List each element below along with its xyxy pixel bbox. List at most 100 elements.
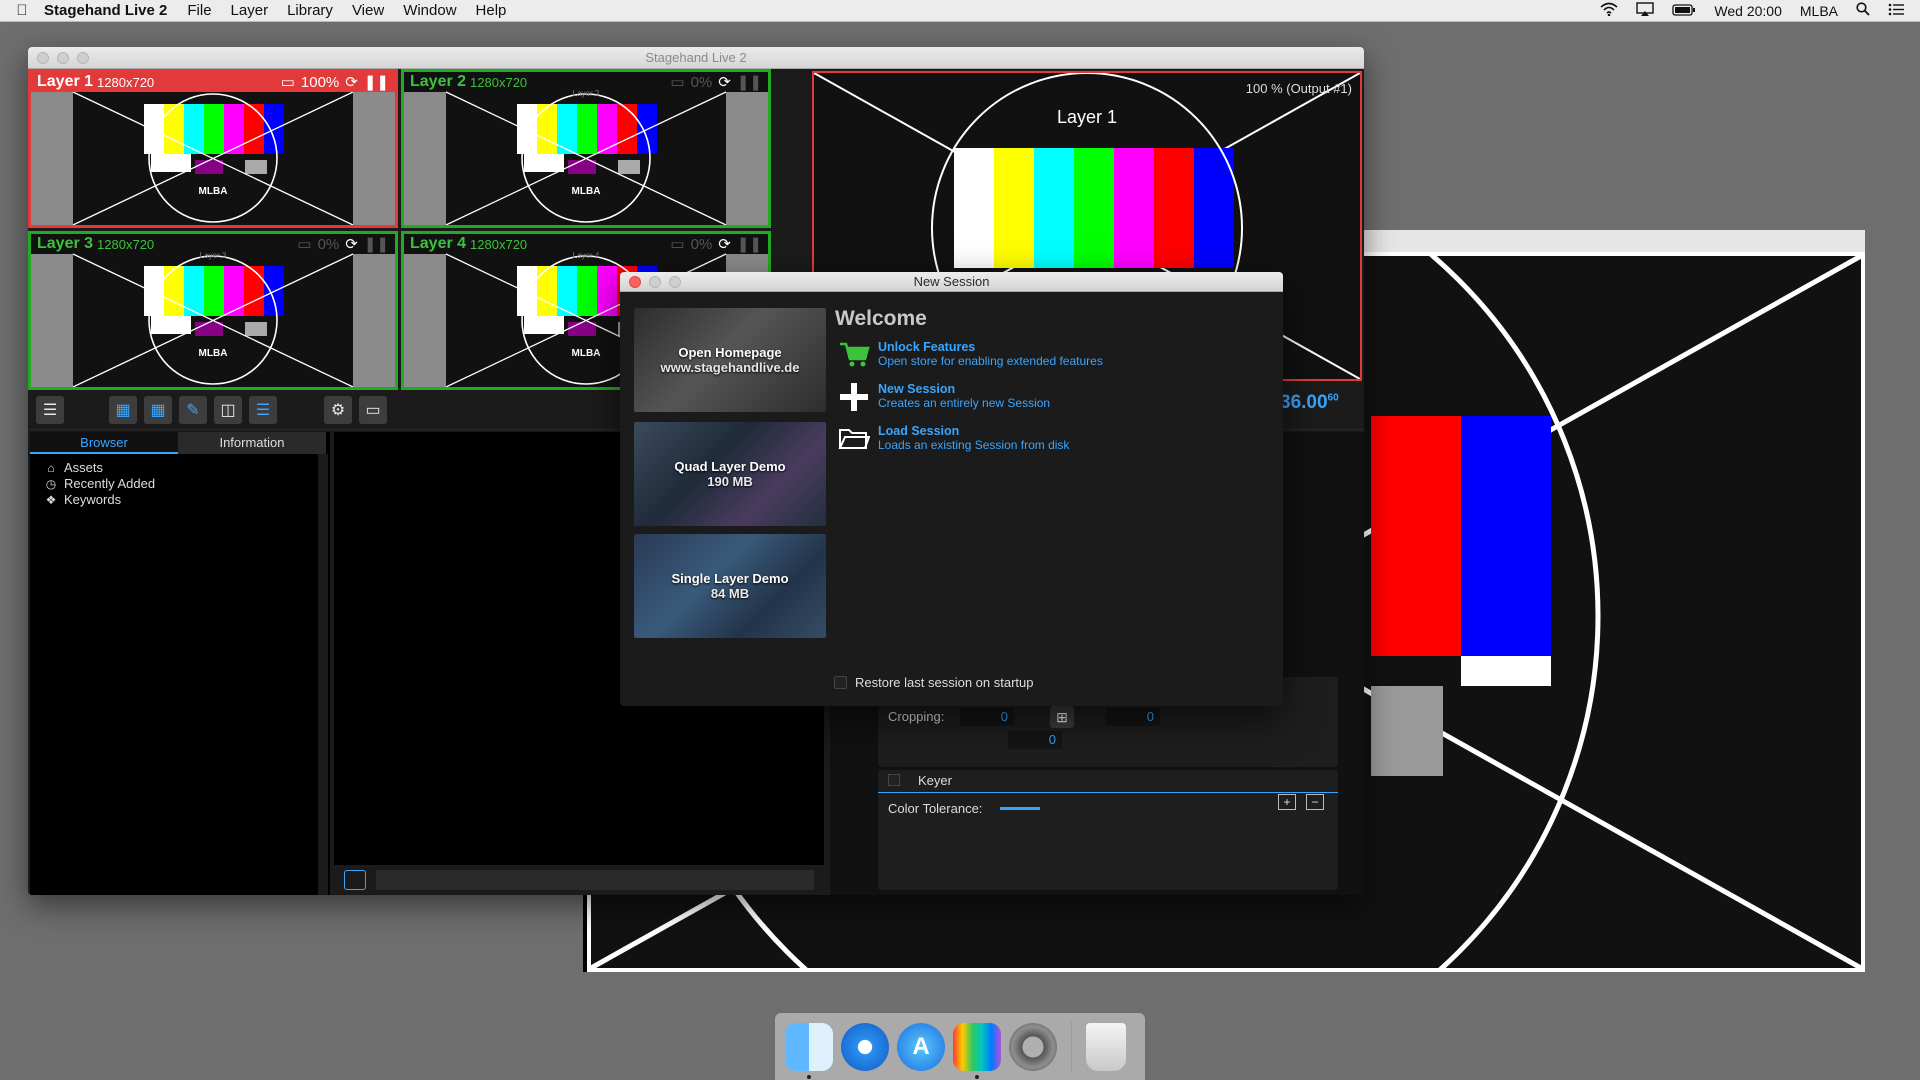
crop-bottom-field[interactable]: 0 xyxy=(1008,731,1062,749)
dialog-titlebar[interactable]: New Session xyxy=(620,272,1283,292)
color-tolerance-slider[interactable] xyxy=(1000,807,1040,810)
zoom-window-button[interactable] xyxy=(77,51,89,64)
tab-browser[interactable]: Browser xyxy=(30,432,178,454)
pause-icon[interactable]: ❚❚ xyxy=(737,235,762,253)
user-name[interactable]: MLBA xyxy=(1800,3,1838,19)
crop-left-field[interactable]: 0 xyxy=(960,708,1014,726)
minimize-window-button[interactable] xyxy=(57,51,69,64)
monitor-icon[interactable]: ▭ xyxy=(281,73,295,91)
tree-item-assets[interactable]: ⌂ Assets xyxy=(44,460,316,476)
app-store-icon[interactable]: A xyxy=(897,1022,945,1071)
tag-icon[interactable]: ✎ xyxy=(179,395,207,424)
tree-item-keywords[interactable]: ❖ Keywords xyxy=(44,492,316,508)
browser-scrollbar[interactable] xyxy=(318,454,328,895)
keyer-panel: Keyer Color Tolerance: + − xyxy=(878,770,1338,890)
finder-icon[interactable] xyxy=(785,1022,833,1079)
airplay-icon[interactable] xyxy=(1636,2,1655,19)
crop-right-field[interactable]: 0 xyxy=(1106,708,1160,726)
close-window-button[interactable] xyxy=(37,51,49,64)
wifi-icon[interactable] xyxy=(1600,2,1618,19)
action-description: Loads an existing Session from disk xyxy=(878,438,1070,452)
tree-item-recently-added[interactable]: ◷ Recently Added xyxy=(44,476,316,492)
menu-app-name[interactable]: Stagehand Live 2 xyxy=(44,2,167,19)
reload-icon[interactable]: ⟳ xyxy=(718,73,731,91)
menu-icon-button[interactable]: ☰ xyxy=(36,395,64,424)
preview-caption: Layer 1 xyxy=(1057,107,1117,127)
reload-icon[interactable]: ⟳ xyxy=(718,235,731,253)
crop-view-icon[interactable]: ▦ xyxy=(144,395,172,424)
clock-text[interactable]: Wed 20:00 xyxy=(1714,3,1781,19)
dialog-zoom-button[interactable] xyxy=(669,275,681,288)
restore-session-label: Restore last session on startup xyxy=(855,675,1034,690)
layer-1-name: Layer 1 xyxy=(37,73,94,90)
testcard-logo: MLBA xyxy=(199,186,228,197)
testcard-logo: MLBA xyxy=(199,348,228,359)
pause-icon[interactable]: ❚❚ xyxy=(364,73,389,91)
layer-tile-2[interactable]: Layer 2 MLBA Layer 2 1280x720 ▭ 0% ⟳ ❚❚ xyxy=(401,69,771,228)
shopping-cart-icon xyxy=(838,340,870,370)
layer-3-opacity[interactable]: 0% xyxy=(318,236,340,253)
reload-icon[interactable]: ⟳ xyxy=(345,73,358,91)
layer-4-header: Layer 4 1280x720 ▭ 0% ⟳ ❚❚ xyxy=(404,234,768,254)
restore-session-option[interactable]: Restore last session on startup xyxy=(834,675,1033,690)
filter-input[interactable] xyxy=(376,870,814,890)
single-layer-demo-card[interactable]: Single Layer Demo 84 MB xyxy=(634,534,826,638)
tree-item-label: Recently Added xyxy=(64,476,156,491)
crop-icon[interactable]: ⊞ xyxy=(1050,706,1074,728)
settings-gear-icon[interactable]: ⚙ xyxy=(324,395,352,424)
remove-icon[interactable]: − xyxy=(1306,794,1324,810)
open-homepage-card[interactable]: Open Homepage www.stagehandlive.de xyxy=(634,308,826,412)
safari-icon[interactable] xyxy=(841,1022,889,1071)
layer-1-opacity[interactable]: 100% xyxy=(301,74,339,91)
home-icon: ⌂ xyxy=(47,461,55,475)
menu-file[interactable]: File xyxy=(187,2,211,19)
menu-layer[interactable]: Layer xyxy=(231,2,269,19)
dock: A xyxy=(775,1013,1145,1080)
battery-icon[interactable] xyxy=(1672,3,1696,19)
unlock-features-action[interactable]: Unlock Features Open store for enabling … xyxy=(838,340,1103,370)
monitor-icon[interactable]: ▭ xyxy=(670,235,684,253)
layer-1-thumbnail: MLBA xyxy=(31,72,395,225)
layer-2-name: Layer 2 xyxy=(410,73,467,90)
load-session-action[interactable]: Load Session Loads an existing Session f… xyxy=(838,424,1069,454)
monitor-icon[interactable]: ▭ xyxy=(297,235,311,253)
stagehand-live-icon[interactable] xyxy=(953,1022,1001,1079)
browser-pane: Browser Information ⌂ Assets ◷ Recently Ad… xyxy=(30,432,330,895)
quad-layer-demo-card[interactable]: Quad Layer Demo 190 MB xyxy=(634,422,826,526)
system-preferences-icon[interactable] xyxy=(1009,1022,1057,1071)
main-window-titlebar[interactable]: Stagehand Live 2 xyxy=(28,47,1364,69)
layer-2-resolution: 1280x720 xyxy=(470,74,528,90)
tab-information[interactable]: Information xyxy=(178,432,326,454)
menu-help[interactable]: Help xyxy=(476,2,507,19)
menu-view[interactable]: View xyxy=(352,2,384,19)
layer-2-opacity[interactable]: 0% xyxy=(691,74,713,91)
layer-tile-3[interactable]: Layer 3 MLBA Layer 3 1280x720 ▭ 0% ⟳ ❚❚ xyxy=(28,231,398,390)
monitor-icon[interactable]: ▭ xyxy=(670,73,684,91)
spotlight-icon[interactable] xyxy=(1856,2,1870,19)
keyer-checkbox[interactable] xyxy=(888,774,900,786)
menu-library[interactable]: Library xyxy=(287,2,333,19)
dialog-close-button[interactable] xyxy=(629,275,641,288)
add-icon[interactable]: + xyxy=(1278,794,1296,810)
dialog-minimize-button[interactable] xyxy=(649,275,661,288)
card-subtitle: 84 MB xyxy=(710,586,750,601)
sliders-icon[interactable]: ☰ xyxy=(249,395,277,424)
menu-window[interactable]: Window xyxy=(403,2,456,19)
restore-session-checkbox[interactable] xyxy=(834,676,847,689)
grid-view-icon[interactable]: ▦ xyxy=(109,395,137,424)
action-description: Creates an entirely new Session xyxy=(878,396,1051,410)
pause-icon[interactable]: ❚❚ xyxy=(737,73,762,91)
layer-4-opacity[interactable]: 0% xyxy=(691,236,713,253)
trash-icon[interactable] xyxy=(1086,1022,1126,1071)
layer-tile-1[interactable]: MLBA Layer 1 1280x720 ▭ 100% ⟳ ❚❚ xyxy=(28,69,398,228)
notification-center-icon[interactable] xyxy=(1888,3,1904,19)
pause-icon[interactable]: ❚❚ xyxy=(364,235,389,253)
new-session-action[interactable]: New Session Creates an entirely new Sess… xyxy=(838,382,1050,412)
layer-3-thumbnail: Layer 3 MLBA xyxy=(31,234,395,387)
sidebar-toggle-button[interactable] xyxy=(344,870,366,890)
display-icon[interactable]: ▭ xyxy=(359,395,387,424)
apple-icon[interactable]:  xyxy=(0,2,44,19)
reload-icon[interactable]: ⟳ xyxy=(345,235,358,253)
new-session-dialog: New Session Open Homepage www.stagehandl… xyxy=(620,272,1283,706)
layers-icon[interactable]: ◫ xyxy=(214,395,242,424)
